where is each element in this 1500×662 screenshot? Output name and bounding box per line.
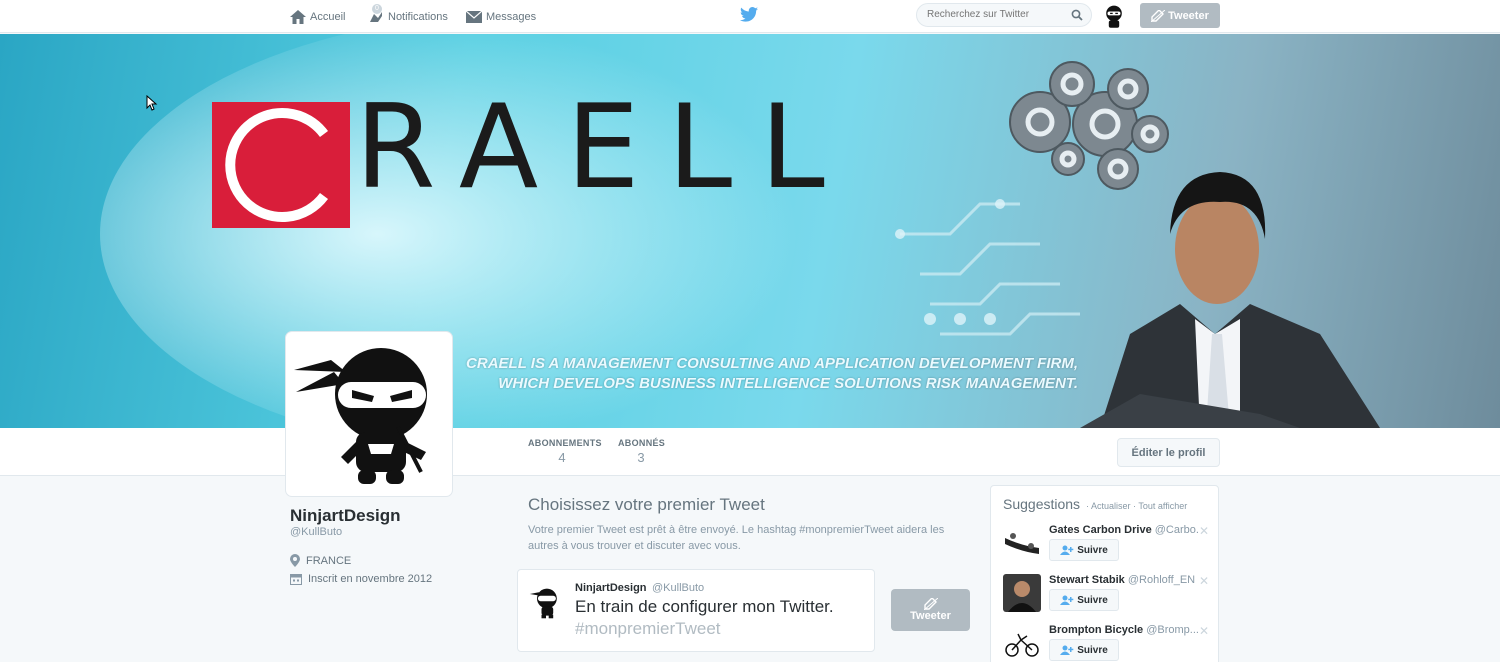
banner-tagline: CRAELL IS A MANAGEMENT CONSULTING AND AP… — [466, 354, 1078, 394]
add-user-icon — [1060, 645, 1074, 655]
follow-button-label: Suivre — [1077, 644, 1108, 656]
first-tweet-description: Votre premier Tweet est prêt à être envo… — [528, 524, 945, 552]
envelope-icon — [466, 10, 482, 23]
mouse-cursor-icon — [146, 95, 158, 111]
nav-notifications-label: Notifications — [388, 10, 448, 23]
suggestion-handle: @Bromp... — [1146, 624, 1199, 636]
ninja-avatar-icon — [529, 588, 557, 619]
profile-join-date-text: Inscrit en novembre 2012 — [308, 573, 433, 585]
suggestion-display-name: Stewart Stabik — [1049, 574, 1125, 586]
profile-avatar[interactable] — [285, 331, 453, 497]
suggestion-handle: @Rohloff_EN — [1127, 574, 1196, 586]
brand-logo-mark — [212, 102, 350, 228]
dismiss-suggestion-icon[interactable]: ✕ — [1199, 524, 1209, 538]
profile-handle: @KullButo — [290, 526, 343, 538]
suggestion-display-name: Brompton Bicycle — [1049, 624, 1144, 636]
search-box — [916, 3, 1092, 27]
twitter-bird-icon[interactable] — [740, 7, 758, 22]
carbon-belt-image — [1003, 524, 1041, 562]
compose-tweet-label: Tweeter — [1168, 9, 1209, 22]
profile-name: NinjartDesign — [290, 506, 401, 525]
add-user-icon — [1060, 545, 1074, 555]
stat-followers-label: ABONNÉS — [618, 438, 666, 448]
tweet-text: En train de configurer mon Twitter. — [575, 597, 834, 616]
nav-home[interactable]: Accueil — [290, 0, 345, 33]
tweet-author-handle: @KullButo — [652, 582, 705, 594]
suggestion-avatar[interactable] — [1003, 624, 1041, 662]
suggestions-header: Suggestions · Actualiser · Tout afficher — [1003, 496, 1187, 512]
edit-profile-button[interactable]: Éditer le profil — [1117, 438, 1220, 467]
send-first-tweet-button[interactable]: Tweeter — [891, 589, 970, 631]
suggestions-panel: Suggestions · Actualiser · Tout afficher… — [990, 485, 1219, 662]
brand-logo-text: RAELL — [355, 80, 853, 215]
suggestion-avatar[interactable] — [1003, 524, 1041, 562]
profile-banner: RAELL CRAELL IS A MANAGEMENT CONSULTING … — [0, 34, 1500, 428]
dismiss-suggestion-icon[interactable]: ✕ — [1199, 574, 1209, 588]
compose-icon — [923, 598, 938, 610]
banner-tagline-line-2: WHICH DEVELOPS BUSINESS INTELLIGENCE SOL… — [498, 375, 1078, 392]
home-icon — [290, 9, 306, 24]
follow-button[interactable]: Suivre — [1049, 639, 1119, 661]
suggestion-handle: @Carbo... — [1154, 524, 1199, 536]
tweet-author-name: NinjartDesign — [575, 582, 647, 594]
suggestions-separator: · — [1133, 501, 1136, 511]
suggestion-avatar[interactable] — [1003, 574, 1041, 612]
stat-following[interactable]: ABONNEMENTS 4 — [528, 438, 602, 465]
first-tweet-title: Choisissez votre premier Tweet — [528, 495, 765, 514]
dismiss-suggestion-icon[interactable]: ✕ — [1199, 624, 1209, 638]
stat-followers-value: 3 — [637, 450, 645, 465]
suggestions-separator: · — [1085, 501, 1089, 511]
banner-tagline-line-1: CRAELL IS A MANAGEMENT CONSULTING AND AP… — [466, 355, 1078, 372]
suggestion-name[interactable]: Stewart Stabik @Rohloff_EN — [1049, 574, 1195, 586]
suggestion-name[interactable]: Brompton Bicycle @Bromp... — [1049, 624, 1199, 636]
search-input[interactable] — [927, 9, 1067, 20]
person-photo-image — [1003, 574, 1041, 612]
nav-messages[interactable]: Messages — [466, 0, 536, 33]
compose-icon — [1151, 9, 1166, 22]
suggestion-item: Brompton Bicycle @Bromp... ✕ Suivre — [1003, 624, 1213, 662]
follow-button[interactable]: Suivre — [1049, 589, 1119, 611]
suggestion-item: Gates Carbon Drive @Carbo... ✕ Suivre — [1003, 524, 1213, 566]
suggestion-name[interactable]: Gates Carbon Drive @Carbo... — [1049, 524, 1199, 536]
profile-location: FRANCE — [290, 554, 351, 567]
follow-button-label: Suivre — [1077, 544, 1108, 556]
notifications-count-badge: 0 — [372, 4, 382, 14]
suggestion-display-name: Gates Carbon Drive — [1049, 524, 1152, 536]
follow-button-label: Suivre — [1077, 594, 1108, 606]
account-avatar[interactable] — [1101, 3, 1127, 29]
suggestions-view-all-link[interactable]: Tout afficher — [1138, 501, 1187, 511]
stat-following-label: ABONNEMENTS — [528, 438, 602, 448]
calendar-icon — [290, 574, 302, 585]
profile-nav-bar: ABONNEMENTS 4 ABONNÉS 3 Éditer le profil — [0, 428, 1500, 476]
stat-followers[interactable]: ABONNÉS 3 — [618, 438, 666, 465]
top-navigation-bar: Accueil 0 Notifications Messages Tweeter — [0, 0, 1500, 33]
search-icon[interactable] — [1071, 9, 1083, 21]
brand-c-letter-icon — [225, 108, 344, 222]
ninja-avatar-icon — [294, 348, 427, 484]
location-pin-icon — [290, 554, 300, 567]
suggestion-item: Stewart Stabik @Rohloff_EN ✕ Suivre — [1003, 574, 1213, 616]
nav-notifications[interactable]: 0 Notifications — [368, 0, 448, 33]
first-tweet-preview: NinjartDesign @KullButo En train de conf… — [517, 569, 875, 652]
stat-following-value: 4 — [558, 450, 566, 465]
follow-button[interactable]: Suivre — [1049, 539, 1119, 561]
suggestions-refresh-link[interactable]: Actualiser — [1091, 501, 1131, 511]
add-user-icon — [1060, 595, 1074, 605]
nav-home-label: Accueil — [310, 10, 346, 23]
send-first-tweet-label: Tweeter — [910, 610, 951, 622]
ninja-avatar-icon — [1106, 5, 1122, 28]
tweet-hashtag[interactable]: #monpremierTweet — [575, 619, 721, 639]
bicycle-icon — [1003, 624, 1041, 662]
compose-tweet-button[interactable]: Tweeter — [1140, 3, 1220, 28]
tweet-author-avatar — [528, 585, 564, 621]
nav-messages-label: Messages — [486, 10, 537, 23]
profile-location-text: FRANCE — [306, 554, 352, 567]
suggestions-title: Suggestions — [1003, 496, 1081, 512]
profile-join-date: Inscrit en novembre 2012 — [290, 573, 432, 585]
